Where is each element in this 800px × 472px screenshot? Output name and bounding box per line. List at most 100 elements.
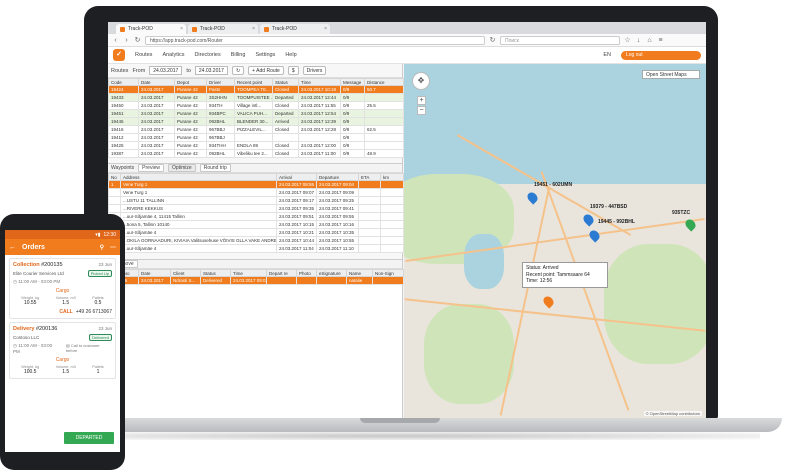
menu-directories[interactable]: Directories bbox=[194, 52, 220, 58]
add-route-button[interactable]: + Add Route bbox=[248, 66, 284, 75]
column-header[interactable]: eSignature bbox=[316, 269, 347, 277]
table-row[interactable]: ...RIVERE KEKKUS 24.03.2017 09:35 24.03.20… bbox=[108, 204, 404, 213]
column-header[interactable]: Departure bbox=[316, 173, 359, 181]
map-layer-select[interactable]: Open Street Maps bbox=[642, 70, 700, 79]
column-header[interactable]: Message bbox=[340, 78, 365, 86]
forward-icon[interactable]: › bbox=[123, 37, 130, 44]
table-row[interactable]: ...uur-Sõjamäe 4 24.03.2017 11:04 24.03.20… bbox=[108, 244, 404, 253]
column-header[interactable]: Time bbox=[230, 269, 267, 277]
url-field[interactable]: https://app.track-pod.com/Router bbox=[145, 35, 485, 45]
table-row[interactable]: ...USTU 11 TALLINN 24.03.2017 09:17 24.03.… bbox=[108, 196, 404, 205]
from-date-input[interactable]: 24.03.2017 bbox=[149, 66, 183, 75]
column-header[interactable]: Status bbox=[272, 78, 299, 86]
more-icon[interactable]: ⋯ bbox=[110, 244, 116, 251]
table-row[interactable]: 19387 24.03.2017 Purane 42 092BHL Vibeliku t… bbox=[108, 149, 404, 158]
table-cell bbox=[364, 109, 404, 118]
column-header[interactable]: Distance bbox=[364, 78, 404, 86]
menu-billing[interactable]: Billing bbox=[231, 52, 246, 58]
browser-tab[interactable]: Track-POD × bbox=[116, 24, 186, 34]
preview-button[interactable]: Preview bbox=[138, 164, 164, 172]
menu-routes[interactable]: Routes bbox=[135, 52, 152, 58]
table-cell: Closed bbox=[272, 125, 299, 134]
departed-button[interactable]: DEPARTED bbox=[64, 432, 114, 444]
table-row[interactable]: 19451 24.03.2017 Purane 42 934BPC VALICA PUH… bbox=[108, 109, 404, 118]
column-header[interactable]: Arrival bbox=[276, 173, 317, 181]
to-date-input[interactable]: 24.03.2017 bbox=[194, 66, 228, 75]
zoom-in-button[interactable]: + bbox=[417, 96, 426, 105]
column-header[interactable]: Time bbox=[298, 78, 341, 86]
optimize-button[interactable]: Optimize bbox=[167, 164, 196, 172]
column-header[interactable]: Name bbox=[346, 269, 373, 277]
browser-tab[interactable]: Track-POD × bbox=[260, 24, 330, 34]
map-view[interactable]: ✥ + − Open Street Maps 19451 - 602UMN 19… bbox=[404, 64, 706, 418]
menu-analytics[interactable]: Analytics bbox=[162, 52, 184, 58]
table-row[interactable]: ...1782624.03.2017Ndrasti S...Delivered2… bbox=[108, 276, 404, 285]
filter-icon[interactable]: ⚲ bbox=[100, 244, 104, 251]
cargo-value: 100.5 bbox=[23, 369, 37, 375]
map-marker[interactable] bbox=[525, 190, 540, 205]
table-row[interactable]: 19412 24.03.2017 Purane 42 967BBJ 0/9 bbox=[108, 133, 404, 142]
table-cell bbox=[358, 244, 381, 253]
column-header[interactable]: Date bbox=[138, 78, 175, 86]
table-row[interactable]: 19445 24.03.2017 Purane 42 092BHL BLENDER 30… bbox=[108, 117, 404, 126]
dollar-icon[interactable]: $ bbox=[287, 66, 299, 75]
column-header[interactable]: Driver bbox=[206, 78, 235, 86]
column-header[interactable]: Non-Sign bbox=[372, 269, 404, 277]
back-icon[interactable]: ‹ bbox=[112, 37, 119, 44]
column-header[interactable]: Status bbox=[200, 269, 231, 277]
map-pan-control[interactable]: ✥ bbox=[412, 72, 430, 90]
star-icon[interactable]: ☆ bbox=[624, 36, 631, 44]
order-card[interactable]: Collection #200135 23 Jun Elite Courier S… bbox=[9, 258, 116, 319]
table-row[interactable]: ...5ona 5, Tallinn 10140 24.03.2017 10:15… bbox=[108, 220, 404, 229]
column-header[interactable]: Date bbox=[138, 269, 171, 277]
menu-settings[interactable]: Settings bbox=[255, 52, 275, 58]
column-header[interactable]: No bbox=[108, 173, 121, 181]
close-icon[interactable]: × bbox=[252, 26, 255, 32]
column-header[interactable]: Depart re bbox=[266, 269, 297, 277]
trackpod-logo[interactable]: ✓ bbox=[113, 49, 125, 61]
call-link[interactable]: CALL +49 26 6713067 bbox=[13, 309, 112, 315]
language-select[interactable]: EN bbox=[603, 52, 611, 58]
column-header[interactable]: ETA bbox=[358, 173, 381, 181]
order-card[interactable]: Delivery #200136 23 Jun Contoso LLC Delive… bbox=[9, 322, 116, 379]
map-marker[interactable] bbox=[587, 228, 602, 243]
home-icon[interactable]: ⌂ bbox=[646, 37, 653, 44]
logout-button[interactable]: Log out bbox=[621, 50, 701, 60]
table-row[interactable]: 19416 24.03.2017 Purane 42 967BBJ PIZZALEVIL… bbox=[108, 125, 404, 134]
table-row[interactable]: 1 Vene Turg 1 24.03.2017 08:55 24.03.2017 0… bbox=[108, 180, 404, 189]
table-row[interactable]: ...uur-Sõjamäe 4 24.03.2017 10:21 24.03.20… bbox=[108, 228, 404, 237]
close-icon[interactable]: × bbox=[180, 26, 183, 32]
column-header[interactable]: Client bbox=[170, 269, 201, 277]
browser-tab[interactable]: Track-POD × bbox=[188, 24, 258, 34]
browser-search-input[interactable]: Поиск bbox=[500, 35, 620, 45]
back-arrow-icon[interactable]: ← bbox=[9, 244, 16, 251]
drivers-button[interactable]: Drivers bbox=[302, 66, 327, 75]
column-header[interactable]: Code bbox=[108, 78, 139, 86]
column-header[interactable]: Recent point bbox=[234, 78, 273, 86]
menu-icon[interactable]: ≡ bbox=[657, 37, 664, 44]
column-header[interactable]: km bbox=[380, 173, 404, 181]
table-row[interactable]: ...uur-Sõjamäe 4, 11415 Tallinn 24.03.201… bbox=[108, 212, 404, 221]
table-cell: Closed bbox=[272, 101, 299, 110]
table-cell: 092BHL bbox=[206, 117, 235, 126]
close-icon[interactable]: × bbox=[324, 26, 327, 32]
refresh-button[interactable]: ↻ bbox=[231, 66, 245, 75]
menu-help[interactable]: Help bbox=[285, 52, 296, 58]
table-row[interactable]: 19450 24.03.2017 Purane 42 934TH Village int… bbox=[108, 101, 404, 110]
table-row[interactable]: 19424 24.03.2017 Purane 42 Pasts TOOMPEA TE.… bbox=[108, 85, 404, 94]
table-row[interactable]: 19433 24.03.2017 Purane 42 3S2HHN TOOMPUISTE… bbox=[108, 93, 404, 102]
map-marker[interactable] bbox=[541, 294, 556, 309]
round-trip-checkbox[interactable]: Round trip bbox=[199, 164, 231, 172]
zoom-out-button[interactable]: − bbox=[417, 106, 426, 115]
column-header[interactable]: Depot bbox=[174, 78, 207, 86]
reload-icon[interactable]: ↻ bbox=[134, 36, 141, 44]
table-cell: Vene Turg 1 bbox=[120, 188, 277, 197]
table-row[interactable]: Vene Turg 1 24.03.2017 09:07 24.03.2017 09… bbox=[108, 188, 404, 197]
reload-icon[interactable]: ↻ bbox=[489, 36, 496, 44]
column-header[interactable]: Address bbox=[120, 173, 277, 181]
table-cell: TOOMPUISTEE ... bbox=[234, 93, 273, 102]
column-header[interactable]: Photo bbox=[296, 269, 317, 277]
table-row[interactable]: ...OKILA GORNAADURI, KIVIAIA Valitsusehu… bbox=[108, 236, 404, 245]
download-icon[interactable]: ↓ bbox=[635, 37, 642, 44]
table-row[interactable]: 19425 24.03.2017 Purane 42 934THH ENDLA 89 Cl… bbox=[108, 141, 404, 150]
